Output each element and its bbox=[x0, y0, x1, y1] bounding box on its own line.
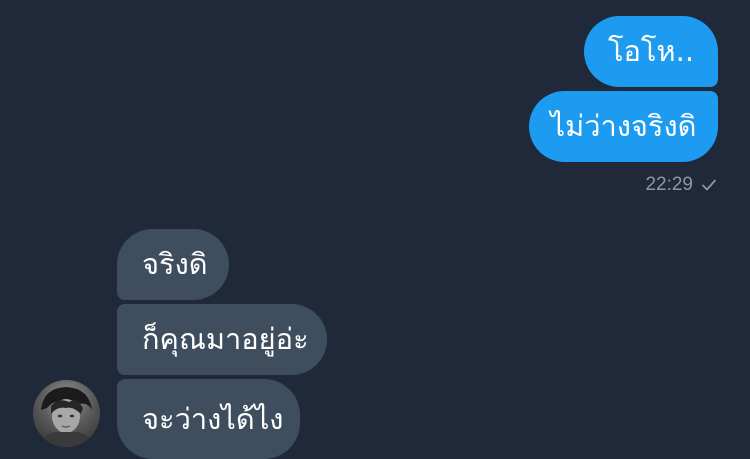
message-text: ไม่ว่างจริงดิ bbox=[550, 109, 697, 143]
incoming-message-bubble[interactable]: ก็คุณมาอยู่อ่ะ bbox=[117, 304, 327, 375]
message-text: จริงดิ bbox=[142, 247, 208, 281]
outgoing-message-bubble[interactable]: โอโห.. bbox=[584, 16, 718, 87]
message-text: โอโห.. bbox=[607, 34, 695, 68]
incoming-message-bubble[interactable]: จริงดิ bbox=[117, 229, 229, 300]
avatar[interactable] bbox=[33, 380, 100, 447]
message-text: ก็คุณมาอยู่อ่ะ bbox=[142, 322, 309, 356]
incoming-message-bubble[interactable]: จะว่างได้ไง bbox=[117, 379, 300, 459]
check-icon bbox=[700, 176, 718, 194]
message-text: จะว่างได้ไง bbox=[142, 401, 284, 436]
chat-conversation: โอโห.. ไม่ว่างจริงดิ 22:29 จริงดิ ก็คุณม… bbox=[0, 0, 750, 459]
message-time: 22:29 bbox=[645, 174, 693, 195]
message-meta: 22:29 bbox=[645, 174, 718, 196]
outgoing-message-bubble[interactable]: ไม่ว่างจริงดิ bbox=[529, 91, 718, 162]
